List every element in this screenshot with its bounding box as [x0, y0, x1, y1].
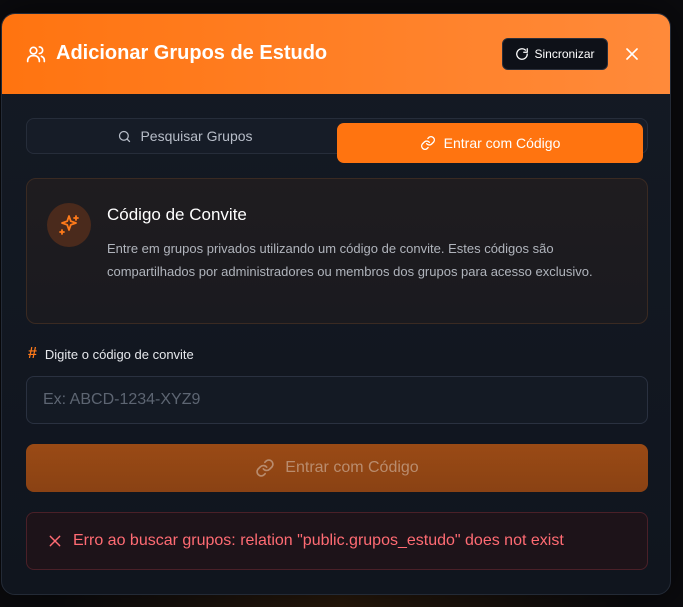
invite-code-label: Digite o código de convite	[44, 346, 194, 362]
close-icon[interactable]	[622, 44, 642, 64]
tab-search-groups[interactable]: Pesquisar Grupos	[35, 118, 335, 154]
sparkles-icon	[59, 215, 79, 235]
invite-code-input[interactable]	[26, 376, 648, 424]
sparkles-badge	[47, 203, 91, 247]
users-icon	[26, 46, 46, 63]
link-icon	[420, 136, 435, 150]
add-study-groups-modal: Adicionar Grupos de Estudo Sincronizar P…	[1, 13, 671, 595]
sync-button-label: Sincronizar	[534, 47, 595, 61]
tab-code-label: Entrar com Código	[443, 135, 561, 151]
info-description: Entre em grupos privados utilizando um c…	[107, 241, 593, 279]
tab-join-with-code[interactable]: Entrar com Código	[337, 123, 643, 163]
info-title: Código de Convite	[107, 205, 247, 224]
join-with-code-button[interactable]: Entrar com Código	[26, 444, 648, 492]
join-button-label: Entrar com Código	[285, 459, 419, 476]
link-icon	[256, 459, 275, 477]
invite-code-info-card: Código de Convite Entre em grupos privad…	[26, 178, 648, 324]
modal-title: Adicionar Grupos de Estudo	[56, 42, 328, 64]
tab-search-label: Pesquisar Grupos	[140, 128, 253, 144]
invite-code-label-row: # Digite o código de convite	[28, 345, 194, 363]
x-icon	[49, 535, 61, 547]
search-icon	[119, 130, 131, 142]
tab-bar: Pesquisar Grupos Entrar com Código	[26, 118, 648, 163]
modal-header: Adicionar Grupos de Estudo Sincronizar	[2, 14, 670, 94]
error-message: Erro ao buscar grupos: relation "public.…	[73, 532, 564, 549]
hash-icon: #	[28, 345, 37, 362]
error-alert: Erro ao buscar grupos: relation "public.…	[26, 512, 648, 570]
sync-button[interactable]: Sincronizar	[502, 38, 608, 70]
refresh-icon	[516, 48, 529, 60]
